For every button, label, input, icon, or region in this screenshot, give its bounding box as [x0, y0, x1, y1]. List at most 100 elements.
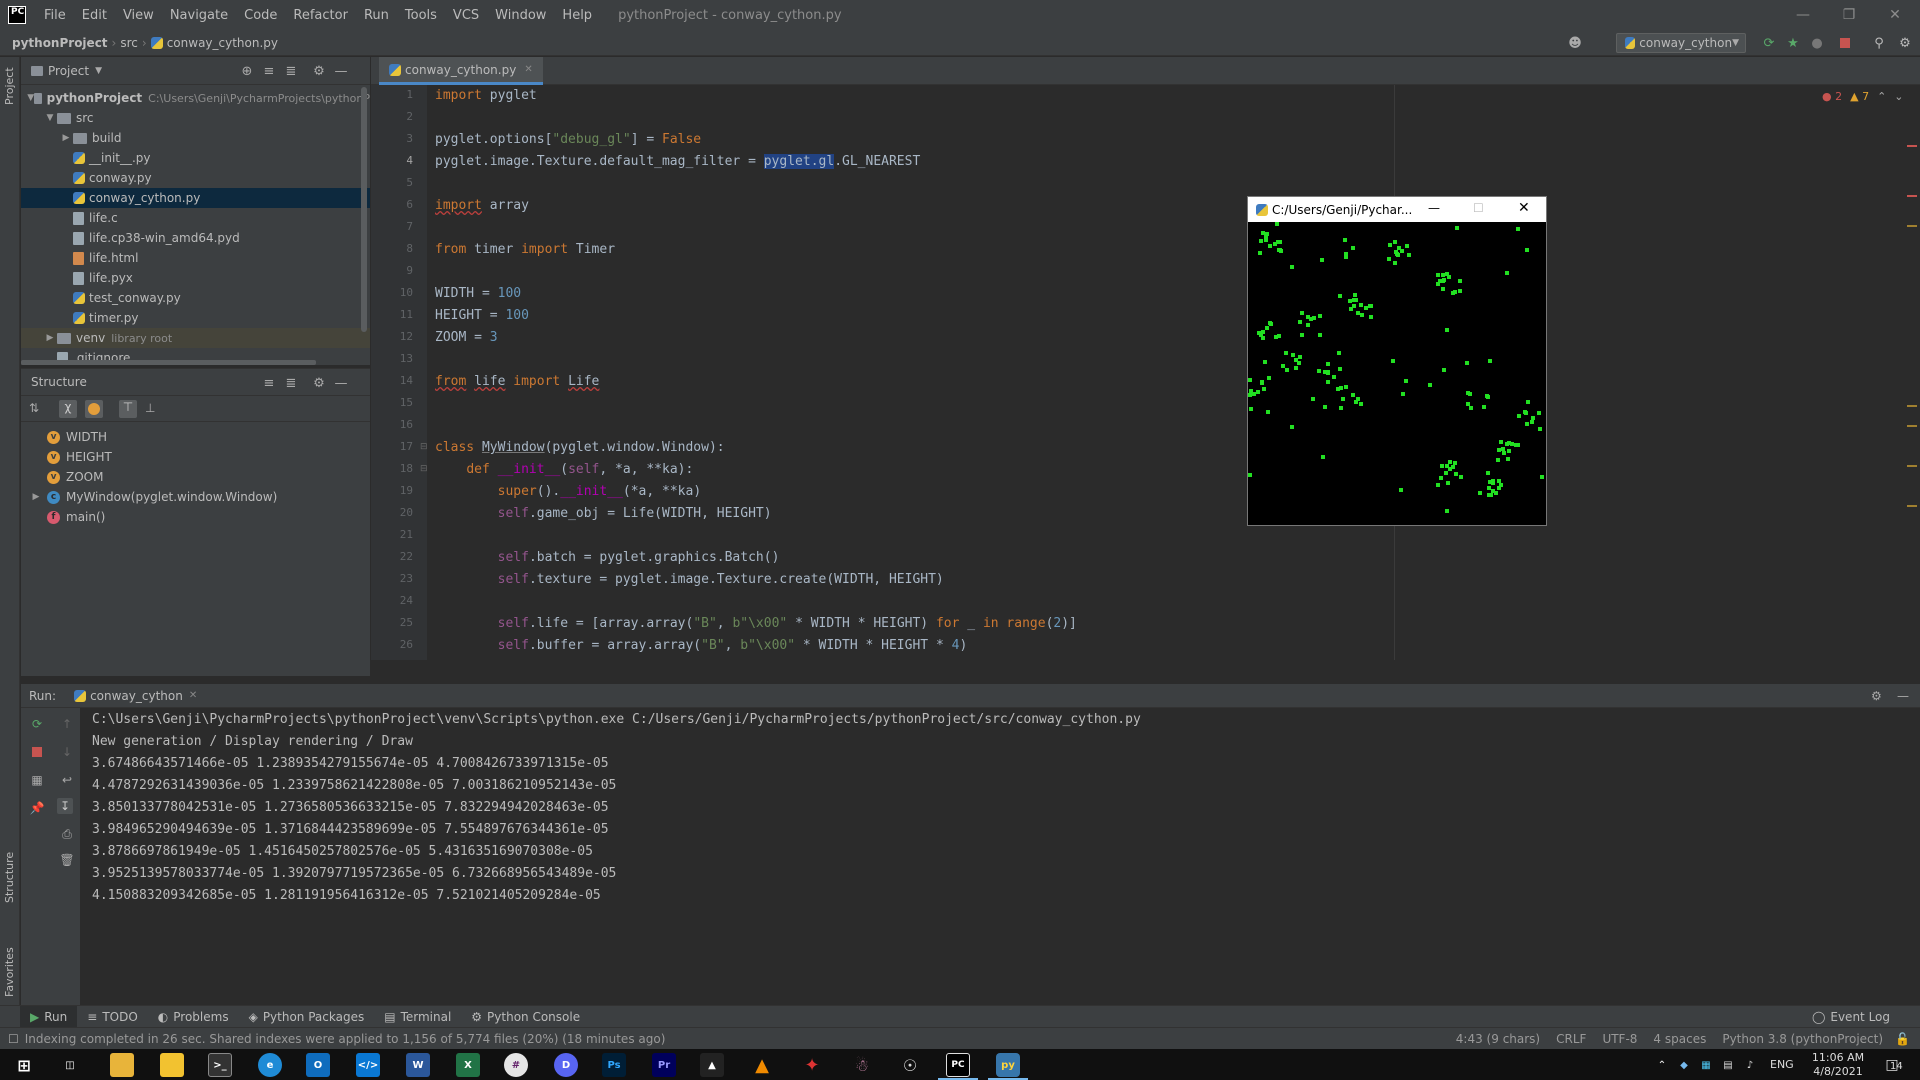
event-log-tool-button[interactable]: ◯ Event Log	[1802, 1006, 1900, 1028]
pyglet-window[interactable]: C:/Users/Genji/Pychar... — ☐ ✕	[1247, 196, 1547, 526]
run-tool-button[interactable]: ▶ Run	[20, 1005, 78, 1028]
scroll-to-end-icon[interactable]: ↧	[57, 798, 73, 814]
project-panel-title[interactable]: Project	[48, 64, 89, 78]
expand-all-icon[interactable]: ≡	[261, 63, 277, 79]
pyglet-window-titlebar[interactable]: C:/Users/Genji/Pychar... — ☐ ✕	[1248, 197, 1546, 222]
vertical-scrollbar[interactable]	[361, 87, 367, 332]
hide-icon[interactable]: —	[333, 63, 349, 79]
breadcrumb-project[interactable]: pythonProject	[0, 36, 112, 50]
file-explorer-icon[interactable]	[110, 1053, 134, 1077]
close-icon[interactable]: ✕	[524, 64, 532, 75]
todo-tool-button[interactable]: ≡ TODO	[77, 1006, 148, 1028]
tree-file[interactable]: __init__.py	[21, 148, 370, 168]
stop-icon[interactable]	[29, 744, 45, 760]
python-interpreter[interactable]: Python 3.8 (pythonProject)	[1714, 1032, 1891, 1046]
chevron-down-icon[interactable]: ⌄	[1894, 90, 1903, 103]
collapse-all-icon[interactable]: ≣	[283, 63, 299, 79]
warning-stripe-mark[interactable]	[1907, 465, 1917, 467]
menu-tools[interactable]: Tools	[397, 8, 445, 23]
tree-file[interactable]: .gitignore	[21, 348, 370, 368]
trash-icon[interactable]: 🗑	[59, 852, 75, 868]
gear-icon[interactable]: ⚙	[1871, 689, 1882, 703]
tree-file[interactable]: test_conway.py	[21, 288, 370, 308]
rerun-icon[interactable]: ⟳	[1760, 34, 1778, 52]
status-message[interactable]: Indexing completed in 26 sec. Shared ind…	[25, 1032, 666, 1046]
chevron-up-icon[interactable]: ⌃	[1650, 1053, 1674, 1077]
user-icon[interactable]: ☻	[1566, 34, 1584, 52]
figure-app-icon[interactable]: ☃	[850, 1053, 874, 1077]
arrow-up-icon[interactable]: ↑	[59, 716, 75, 732]
breadcrumb-src[interactable]: src	[116, 36, 142, 50]
tray-app-icon[interactable]: ◆	[1672, 1053, 1696, 1077]
collapse-all-icon[interactable]: ≣	[283, 375, 299, 391]
structure-item-zoom[interactable]: v ZOOM	[21, 467, 370, 487]
word-icon[interactable]: W	[406, 1053, 430, 1077]
code-editor[interactable]: import pyglet pyglet.options["debug_gl"]…	[427, 85, 1920, 660]
tree-folder-src[interactable]: ▼ src	[21, 108, 370, 128]
error-stripe-mark[interactable]	[1907, 195, 1917, 197]
structure-item-mywindow[interactable]: ▶ c MyWindow(pyglet.window.Window)	[21, 487, 370, 507]
outlook-icon[interactable]: O	[306, 1053, 330, 1077]
chevron-down-icon[interactable]: ▼	[95, 66, 102, 76]
arrow-down-icon[interactable]: ↓	[59, 744, 75, 760]
tree-file[interactable]: timer.py	[21, 308, 370, 328]
warning-stripe-mark[interactable]	[1907, 225, 1917, 227]
chevron-up-icon[interactable]: ⌃	[1877, 90, 1886, 103]
soft-wrap-icon[interactable]: ↩	[59, 772, 75, 788]
expand-all-icon[interactable]: ≡	[261, 375, 277, 391]
collapse-icon[interactable]: ⊥	[145, 401, 155, 415]
discord-icon[interactable]: D	[554, 1053, 578, 1077]
expand-icon[interactable]: ⊤	[119, 400, 137, 418]
problems-tool-button[interactable]: ◐ Problems	[148, 1006, 239, 1028]
close-icon[interactable]: ✕	[189, 690, 197, 701]
tree-file[interactable]: life.html	[21, 248, 370, 268]
excel-icon[interactable]: X	[456, 1053, 480, 1077]
editor-tab-conway-cython[interactable]: conway_cython.py ✕	[379, 57, 543, 85]
terminal-app-icon[interactable]: >_	[208, 1053, 232, 1077]
vlc-icon[interactable]: ▲	[750, 1053, 774, 1077]
locate-icon[interactable]: ⊕	[239, 63, 255, 79]
inspection-widget[interactable]: ● 2 ▲ 7 ⌃ ⌄	[1822, 90, 1904, 103]
profile-icon[interactable]: ●	[1808, 34, 1826, 52]
tree-file-selected[interactable]: conway_cython.py	[21, 188, 370, 208]
vscode-icon[interactable]: </>	[356, 1053, 380, 1077]
run-console[interactable]: C:\Users\Genji\PycharmProjects\pythonPro…	[80, 708, 1920, 1005]
minimize-icon[interactable]: —	[1780, 0, 1826, 30]
warning-stripe-mark[interactable]	[1907, 425, 1917, 427]
hide-icon[interactable]: —	[333, 375, 349, 391]
photoshop-icon[interactable]: Ps	[602, 1053, 626, 1077]
show-fields-icon[interactable]: χ	[59, 400, 77, 418]
menu-file[interactable]: File	[36, 8, 74, 23]
warning-stripe-mark[interactable]	[1907, 405, 1917, 407]
structure-item-main[interactable]: f main()	[21, 507, 370, 527]
menu-navigate[interactable]: Navigate	[162, 8, 236, 23]
rerun-icon[interactable]: ⟳	[29, 716, 45, 732]
fox-app-icon[interactable]: ▲	[700, 1053, 724, 1077]
file-encoding[interactable]: UTF-8	[1594, 1032, 1645, 1046]
structure-item-height[interactable]: v HEIGHT	[21, 447, 370, 467]
tree-folder-venv[interactable]: ▶ venv library root	[21, 328, 370, 348]
game-of-life-canvas[interactable]	[1248, 222, 1546, 525]
minimize-icon[interactable]: —	[1428, 201, 1440, 215]
python-packages-tool-button[interactable]: ◈ Python Packages	[239, 1006, 375, 1028]
menu-run[interactable]: Run	[356, 8, 397, 23]
warning-stripe-mark[interactable]	[1907, 505, 1917, 507]
windows-start-icon[interactable]: ⊞	[12, 1053, 36, 1077]
maximize-icon[interactable]: ☐	[1473, 201, 1484, 215]
game-app-icon[interactable]: ✦	[800, 1053, 824, 1077]
language-indicator[interactable]: ENG	[1770, 1058, 1794, 1071]
project-tool-tab[interactable]: Project	[3, 67, 16, 105]
clock[interactable]: 11:06 AM 4/8/2021	[1808, 1051, 1868, 1079]
breadcrumb-file[interactable]: conway_cython.py	[147, 36, 282, 50]
horizontal-scrollbar[interactable]	[21, 360, 316, 365]
slack-icon[interactable]: #	[504, 1053, 528, 1077]
run-tab[interactable]: conway_cython ✕	[74, 689, 197, 703]
edge-icon[interactable]: e	[258, 1053, 282, 1077]
close-icon[interactable]: ✕	[1872, 0, 1918, 30]
show-inherited-icon[interactable]	[85, 400, 103, 418]
folder-app-icon[interactable]	[160, 1053, 184, 1077]
tree-root[interactable]: ▼ pythonProject C:\Users\Genji\PycharmProj…	[21, 88, 370, 108]
tree-file[interactable]: life.pyx	[21, 268, 370, 288]
obs-icon[interactable]: ☉	[898, 1053, 922, 1077]
premiere-icon[interactable]: Pr	[652, 1053, 676, 1077]
